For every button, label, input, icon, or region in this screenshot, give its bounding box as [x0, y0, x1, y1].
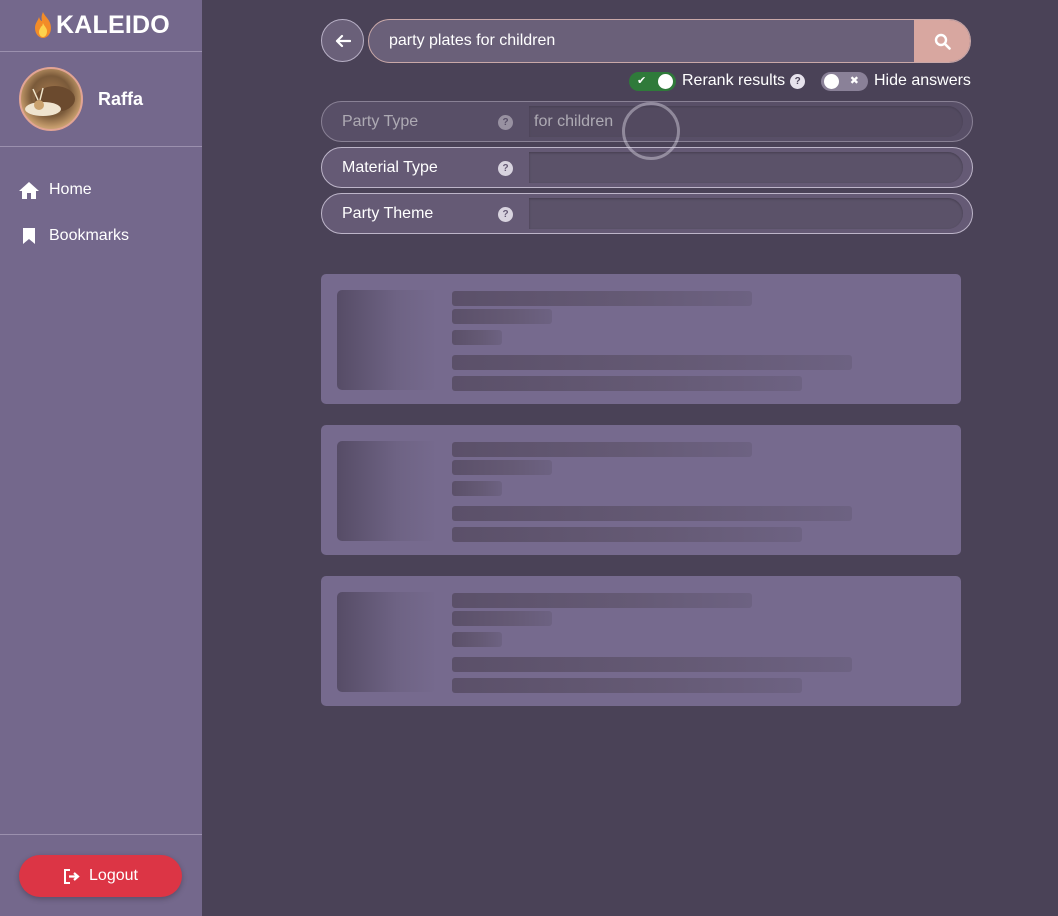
arrow-left-icon	[335, 34, 351, 47]
check-icon: ✔	[637, 74, 647, 87]
placeholder-line	[452, 611, 552, 626]
switch-knob	[658, 73, 673, 89]
sidebar-item-label: Home	[49, 181, 92, 198]
placeholder-line	[452, 355, 852, 370]
logout-button[interactable]: Logout	[19, 855, 182, 897]
search-icon	[934, 33, 951, 50]
brand[interactable]: KALEIDO	[0, 0, 202, 52]
placeholder-line	[452, 291, 752, 306]
sidebar-item-home[interactable]: Home	[0, 167, 202, 213]
fire-icon	[35, 11, 52, 38]
hide-answers-toggle[interactable]: ✖ Hide answers	[821, 71, 971, 91]
placeholder-line	[452, 678, 802, 693]
rerank-toggle-group: ✔ Rerank results ?	[629, 71, 806, 91]
avatar-photo	[25, 86, 75, 116]
placeholder-line	[452, 460, 552, 475]
hide-answers-switch[interactable]: ✖	[821, 71, 868, 91]
help-icon[interactable]: ?	[498, 115, 513, 130]
username: Raffa	[98, 88, 144, 109]
facet-input-party-theme[interactable]	[529, 198, 963, 229]
facet-party-theme: Party Theme ?	[321, 193, 973, 234]
search-input[interactable]	[369, 20, 915, 62]
x-icon: ✖	[849, 74, 859, 87]
rerank-switch[interactable]: ✔	[629, 71, 676, 91]
placeholder-line	[452, 506, 852, 521]
help-icon[interactable]: ?	[498, 161, 513, 176]
placeholder-line	[452, 593, 752, 608]
logout-label: Logout	[89, 867, 138, 884]
help-icon[interactable]: ?	[498, 207, 513, 222]
placeholder-line	[452, 481, 502, 496]
help-icon[interactable]: ?	[790, 73, 806, 89]
placeholder-line	[452, 657, 852, 672]
placeholder-line	[452, 309, 552, 324]
sidebar-footer: Logout	[0, 834, 202, 916]
bookmark-icon	[18, 226, 40, 246]
rerank-toggle[interactable]: ✔ Rerank results ?	[629, 71, 806, 91]
back-button[interactable]	[321, 19, 364, 62]
user-profile[interactable]: Raffa	[0, 52, 202, 147]
placeholder-thumbnail	[337, 592, 437, 692]
main-content: ✔ Rerank results ? ✖ Hide answers Party …	[202, 0, 1058, 916]
search-bar	[368, 19, 971, 63]
sidebar-item-label: Bookmarks	[49, 227, 130, 244]
facet-label: Party Type	[342, 113, 419, 130]
avatar	[19, 67, 83, 131]
placeholder-line	[452, 442, 752, 457]
sidebar: KALEIDO Raffa Home Bookmarks Logout	[0, 0, 202, 916]
sign-out-icon	[63, 868, 81, 884]
result-placeholder-card	[321, 576, 961, 706]
result-placeholder-card	[321, 274, 961, 404]
placeholder-thumbnail	[337, 290, 437, 390]
search-button[interactable]	[914, 20, 970, 62]
placeholder-line	[452, 527, 802, 542]
loading-spinner	[622, 102, 680, 160]
placeholder-line	[452, 330, 502, 345]
facet-input-party-type[interactable]	[529, 106, 963, 137]
rerank-label: Rerank results	[682, 72, 786, 89]
placeholder-line	[452, 376, 802, 391]
home-icon	[18, 180, 40, 200]
brand-name: KALEIDO	[56, 11, 170, 39]
sidebar-item-bookmarks[interactable]: Bookmarks	[0, 213, 202, 259]
hide-answers-toggle-group: ✖ Hide answers	[821, 71, 971, 91]
facet-label: Party Theme	[342, 205, 434, 222]
sidebar-nav: Home Bookmarks	[0, 147, 202, 259]
switch-knob	[824, 73, 839, 89]
facet-label: Material Type	[342, 159, 438, 176]
facet-input-material-type[interactable]	[529, 152, 963, 183]
placeholder-thumbnail	[337, 441, 437, 541]
result-placeholder-card	[321, 425, 961, 555]
placeholder-line	[452, 632, 502, 647]
hide-answers-label: Hide answers	[874, 72, 971, 89]
